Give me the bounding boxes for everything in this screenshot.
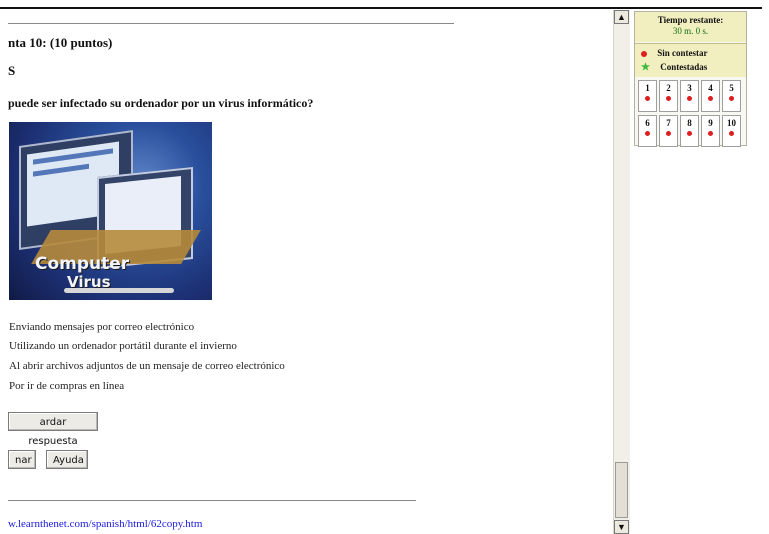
- question-title: nta 10: (10 puntos): [8, 35, 113, 50]
- status-dot-icon: [666, 96, 671, 102]
- question-cell-7[interactable]: 7: [659, 115, 678, 147]
- legend-box: Sin contestar ★ Contestadas: [635, 43, 746, 77]
- scroll-up-arrow-icon[interactable]: ▲: [614, 10, 629, 24]
- status-dot-icon: [666, 131, 671, 137]
- image-swoosh: [64, 288, 174, 293]
- green-star-icon: ★: [641, 62, 650, 73]
- question-number: 2: [666, 83, 671, 93]
- scroll-down-arrow-icon[interactable]: ▼: [614, 520, 629, 534]
- status-dot-icon: [687, 131, 692, 137]
- status-dot-icon: [645, 96, 650, 102]
- save-answer-button[interactable]: ardar respuesta: [8, 412, 98, 447]
- question-number: 7: [666, 118, 671, 128]
- status-dot-icon: [729, 131, 734, 137]
- status-dot-icon: [687, 96, 692, 102]
- legend-unanswered-label: Sin contestar: [657, 48, 708, 58]
- red-dot-icon: [641, 50, 647, 57]
- top-divider: [8, 23, 454, 24]
- timer-value: 30 m. 0 s.: [672, 26, 709, 36]
- legend-answered-label: Contestadas: [660, 62, 708, 72]
- question-cell-2[interactable]: 2: [659, 80, 678, 112]
- timer-box: Tiempo restante: 30 m. 0 s.: [635, 12, 746, 42]
- top-border-line: [0, 7, 762, 9]
- question-number: 9: [708, 118, 713, 128]
- scrollbar-thumb[interactable]: [615, 462, 628, 518]
- answer-option-3[interactable]: Al abrir archivos adjuntos de un mensaje…: [9, 360, 285, 372]
- question-cell-5[interactable]: 5: [722, 80, 741, 112]
- question-cell-8[interactable]: 8: [680, 115, 699, 147]
- question-cell-3[interactable]: 3: [680, 80, 699, 112]
- status-dot-icon: [645, 131, 650, 137]
- question-cell-9[interactable]: 9: [701, 115, 720, 147]
- question-number: 5: [729, 83, 734, 93]
- finish-button[interactable]: nar: [8, 450, 36, 469]
- question-cell-4[interactable]: 4: [701, 80, 720, 112]
- status-dot-icon: [729, 96, 734, 102]
- question-number: 3: [687, 83, 692, 93]
- answer-option-2[interactable]: Utilizando un ordenador portátil durante…: [9, 340, 237, 352]
- question-text: puede ser infectado su ordenador por un …: [8, 96, 314, 110]
- question-number: 4: [708, 83, 713, 93]
- question-cell-6[interactable]: 6: [638, 115, 657, 147]
- source-link[interactable]: w.learnthenet.com/spanish/html/62copy.ht…: [8, 518, 202, 530]
- question-number: 6: [645, 118, 650, 128]
- quiz-status-panel: Tiempo restante: 30 m. 0 s. Sin contesta…: [634, 11, 747, 147]
- vertical-scrollbar[interactable]: ▲ ▼: [613, 10, 630, 534]
- answer-option-1[interactable]: Enviando mensajes por correo electrónico: [9, 321, 194, 333]
- image-label-computer: Computer: [35, 254, 130, 274]
- question-type-letter: S: [8, 63, 16, 78]
- timer-label: Tiempo restante:: [657, 15, 724, 25]
- help-button[interactable]: Ayuda: [46, 450, 88, 469]
- status-dot-icon: [708, 131, 713, 137]
- answer-option-4[interactable]: Por ir de compras en línea: [9, 380, 124, 392]
- computer-virus-image: Computer Virus: [9, 122, 212, 300]
- question-number: 8: [687, 118, 692, 128]
- status-dot-icon: [708, 96, 713, 102]
- question-number: 10: [727, 118, 736, 128]
- question-cell-10[interactable]: 10: [722, 115, 741, 147]
- question-number: 1: [645, 83, 650, 93]
- question-cell-1[interactable]: 1: [638, 80, 657, 112]
- bottom-divider: [8, 500, 416, 501]
